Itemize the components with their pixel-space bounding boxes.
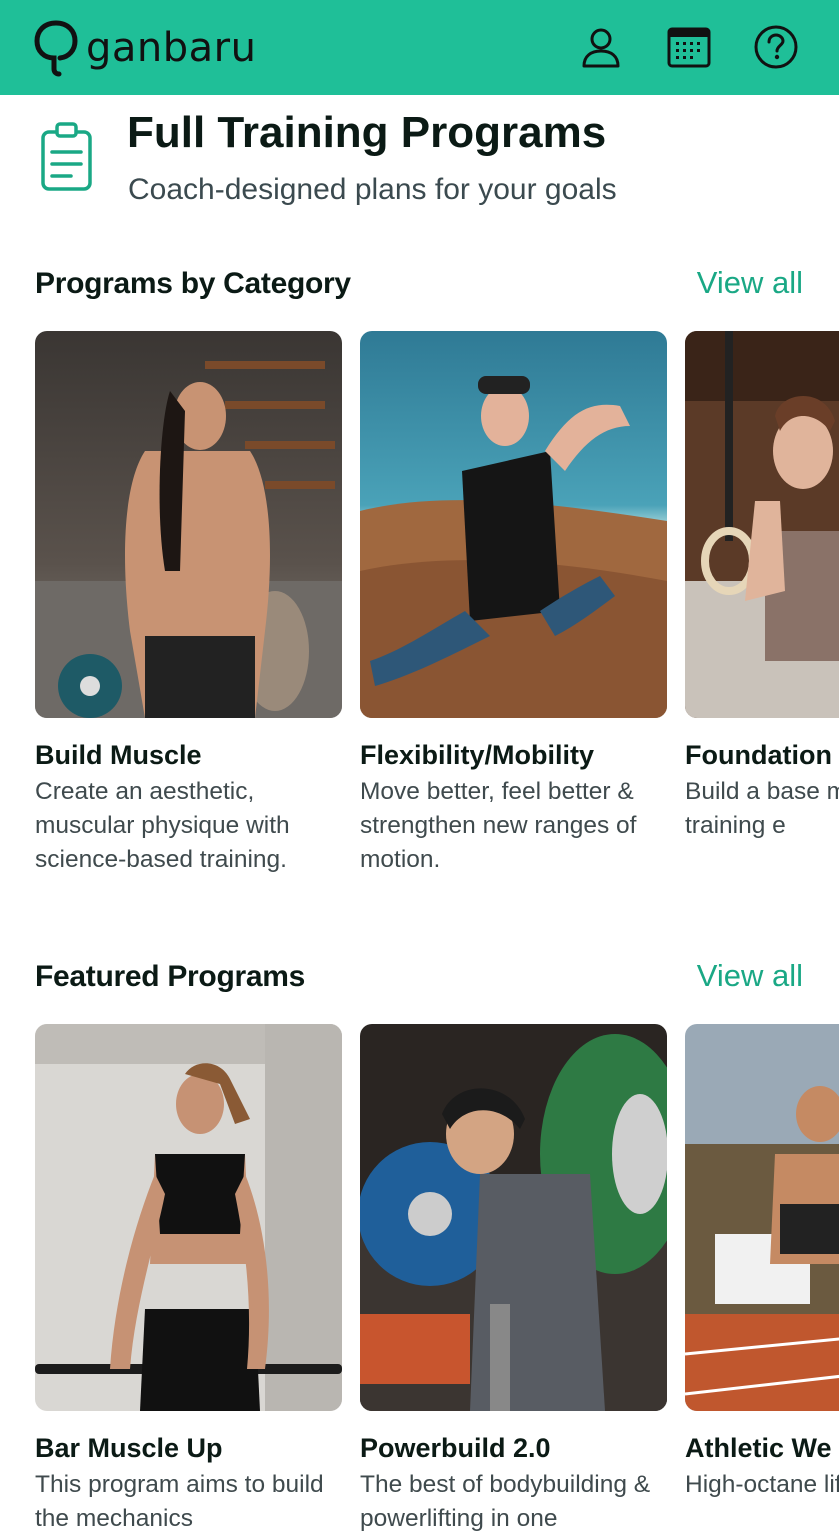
card-title: Foundation [685, 740, 832, 770]
build-muscle-photo [35, 331, 342, 718]
card-description: This program aims to build the mechanics [35, 1471, 324, 1532]
clipboard-icon [41, 122, 92, 191]
card-title: Build Muscle [35, 740, 202, 770]
card-title: Flexibility/Mobility [360, 740, 595, 770]
page-subtitle: Coach-designed plans for your goals [128, 173, 617, 206]
card-description: Build a base movement & No training e [685, 778, 839, 839]
top-app-bar: ganbaru [0, 0, 839, 95]
profile-icon [582, 28, 620, 68]
card-title: Athletic We [685, 1433, 832, 1463]
brand-logo[interactable]: ganbaru [32, 16, 256, 80]
category-card-foundation[interactable]: Foundation Build a base movement & No tr… [685, 331, 839, 843]
card-description: The best of bodybuilding & powerlifting … [360, 1471, 651, 1532]
calendar-button[interactable] [666, 24, 712, 70]
featured-section-title: Featured Programs [35, 960, 305, 993]
category-carousel[interactable]: Build Muscle Create an aesthetic, muscul… [0, 331, 839, 891]
card-title: Powerbuild 2.0 [360, 1433, 551, 1463]
category-card-flexibility-mobility[interactable]: Flexibility/Mobility Move better, feel b… [360, 331, 667, 877]
foundation-photo [685, 331, 839, 718]
profile-button[interactable] [578, 24, 624, 70]
category-view-all-link[interactable]: View all [697, 265, 803, 301]
ganbaru-logo-icon [34, 20, 78, 77]
featured-card-athletic[interactable]: Athletic We High-octane lifting & sprir [685, 1024, 839, 1502]
powerbuild-photo [360, 1024, 667, 1411]
bar-muscle-up-photo [35, 1024, 342, 1411]
card-description: Move better, feel better & strengthen ne… [360, 778, 637, 873]
featured-card-bar-muscle-up[interactable]: Bar Muscle Up This program aims to build… [35, 1024, 342, 1536]
card-description: Create an aesthetic, muscular physique w… [35, 778, 290, 873]
flexibility-mobility-photo [360, 331, 667, 718]
calendar-icon [667, 27, 711, 68]
brand-name: ganbaru [86, 25, 257, 71]
category-section-title: Programs by Category [35, 267, 351, 300]
card-description: High-octane lifting & sprir [685, 1471, 839, 1498]
page-title: Full Training Programs [127, 108, 607, 157]
featured-card-powerbuild[interactable]: Powerbuild 2.0 The best of bodybuilding … [360, 1024, 667, 1536]
featured-view-all-link[interactable]: View all [697, 958, 803, 994]
category-card-build-muscle[interactable]: Build Muscle Create an aesthetic, muscul… [35, 331, 342, 877]
athletic-photo [685, 1024, 839, 1411]
featured-carousel[interactable]: Bar Muscle Up This program aims to build… [0, 1024, 839, 1536]
help-button[interactable] [753, 24, 799, 70]
card-title: Bar Muscle Up [35, 1433, 223, 1463]
help-icon [754, 25, 798, 69]
